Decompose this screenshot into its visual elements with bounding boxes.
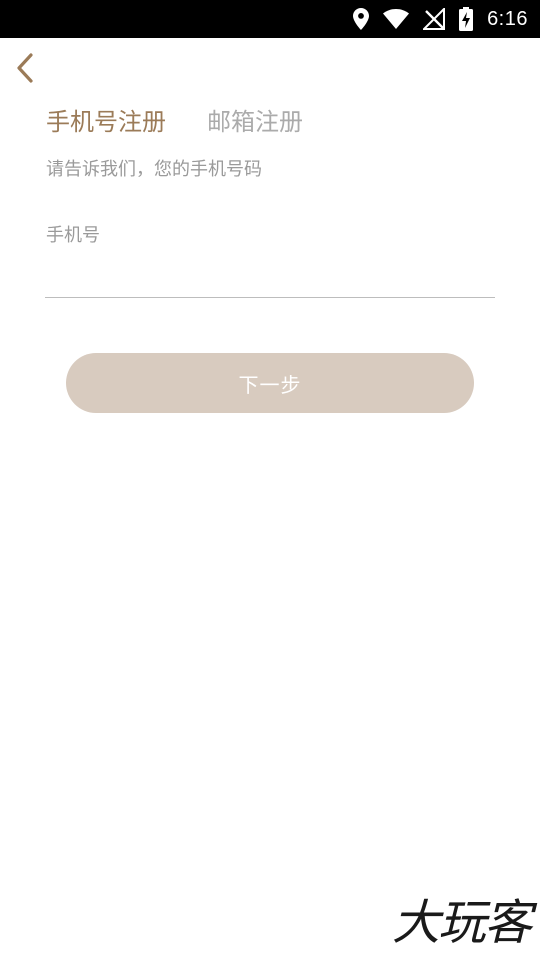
subtitle: 请告诉我们，您的手机号码 bbox=[46, 159, 262, 180]
status-icons: 6:16 bbox=[353, 0, 528, 38]
phone-label: 手机号 bbox=[46, 225, 100, 246]
register-tabs: 手机号注册 邮箱注册 bbox=[46, 104, 303, 140]
chevron-left-icon bbox=[16, 53, 34, 87]
phone-input[interactable] bbox=[45, 256, 495, 298]
battery-charging-icon bbox=[459, 7, 474, 31]
status-time: 6:16 bbox=[487, 7, 528, 30]
wifi-icon bbox=[383, 9, 410, 29]
back-button[interactable] bbox=[8, 50, 42, 90]
location-icon bbox=[353, 8, 370, 30]
tab-phone-register[interactable]: 手机号注册 bbox=[46, 104, 166, 140]
tab-email-register[interactable]: 邮箱注册 bbox=[207, 104, 303, 140]
watermark: 大玩客 bbox=[391, 895, 532, 951]
next-button[interactable]: 下一步 bbox=[66, 353, 474, 413]
status-bar: 6:16 bbox=[0, 0, 540, 38]
no-signal-icon bbox=[423, 8, 446, 30]
